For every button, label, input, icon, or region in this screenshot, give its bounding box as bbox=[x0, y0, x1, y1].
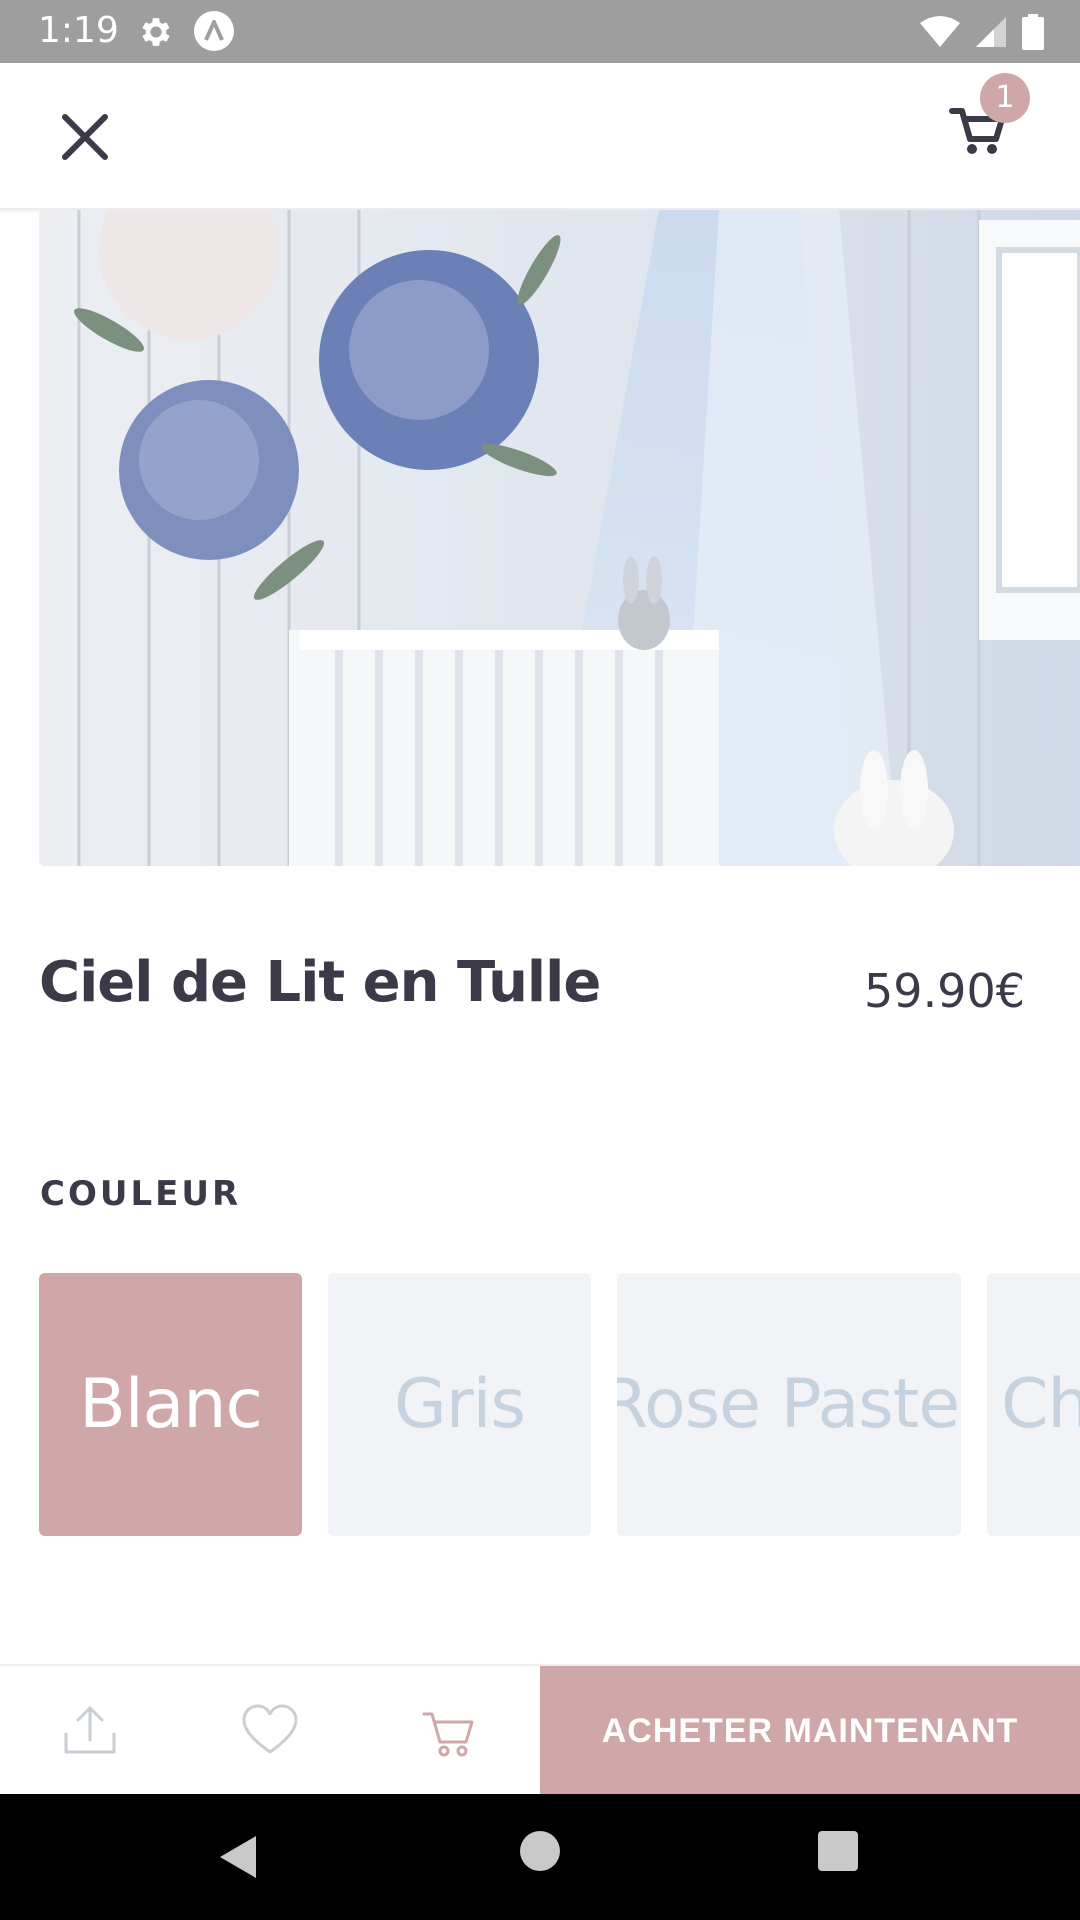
product-image[interactable] bbox=[39, 210, 1080, 866]
top-app-bar: 1 bbox=[0, 63, 1080, 210]
close-icon[interactable] bbox=[55, 107, 115, 167]
color-swatch-rose-pastel[interactable]: Rose Pastel bbox=[617, 1273, 961, 1536]
wifi-icon bbox=[920, 16, 960, 47]
buy-now-button[interactable]: ACHETER MAINTENANT bbox=[540, 1666, 1080, 1796]
cart-outline-icon[interactable] bbox=[420, 1700, 480, 1760]
cart-badge: 1 bbox=[980, 73, 1030, 123]
status-icons bbox=[920, 14, 1044, 50]
color-swatch-blanc[interactable]: Blanc bbox=[39, 1273, 302, 1536]
color-swatch-ch[interactable]: Ch bbox=[987, 1273, 1080, 1536]
system-nav-bar bbox=[0, 1794, 1080, 1920]
color-swatch-gris[interactable]: Gris bbox=[328, 1273, 591, 1536]
bottom-action-bar: ACHETER MAINTENANT bbox=[0, 1664, 1080, 1796]
share-icon[interactable] bbox=[60, 1700, 120, 1760]
status-bar: 1:19 bbox=[0, 0, 1080, 63]
gear-icon bbox=[142, 18, 170, 46]
signal-icon bbox=[976, 17, 1006, 47]
a-circle-icon bbox=[194, 11, 234, 51]
recent-apps-icon[interactable] bbox=[818, 1831, 858, 1871]
product-title: Ciel de Lit en Tulle bbox=[39, 950, 601, 1015]
status-time: 1:19 bbox=[38, 10, 119, 51]
battery-icon bbox=[1022, 14, 1044, 50]
back-icon[interactable] bbox=[216, 1834, 260, 1880]
color-option-label: COULEUR bbox=[40, 1174, 242, 1214]
home-icon[interactable] bbox=[520, 1831, 560, 1871]
heart-icon[interactable] bbox=[240, 1700, 300, 1760]
product-price: 59.90€ bbox=[864, 964, 1025, 1018]
color-swatch-list: Blanc Gris Rose Pastel Ch bbox=[39, 1273, 1080, 1536]
